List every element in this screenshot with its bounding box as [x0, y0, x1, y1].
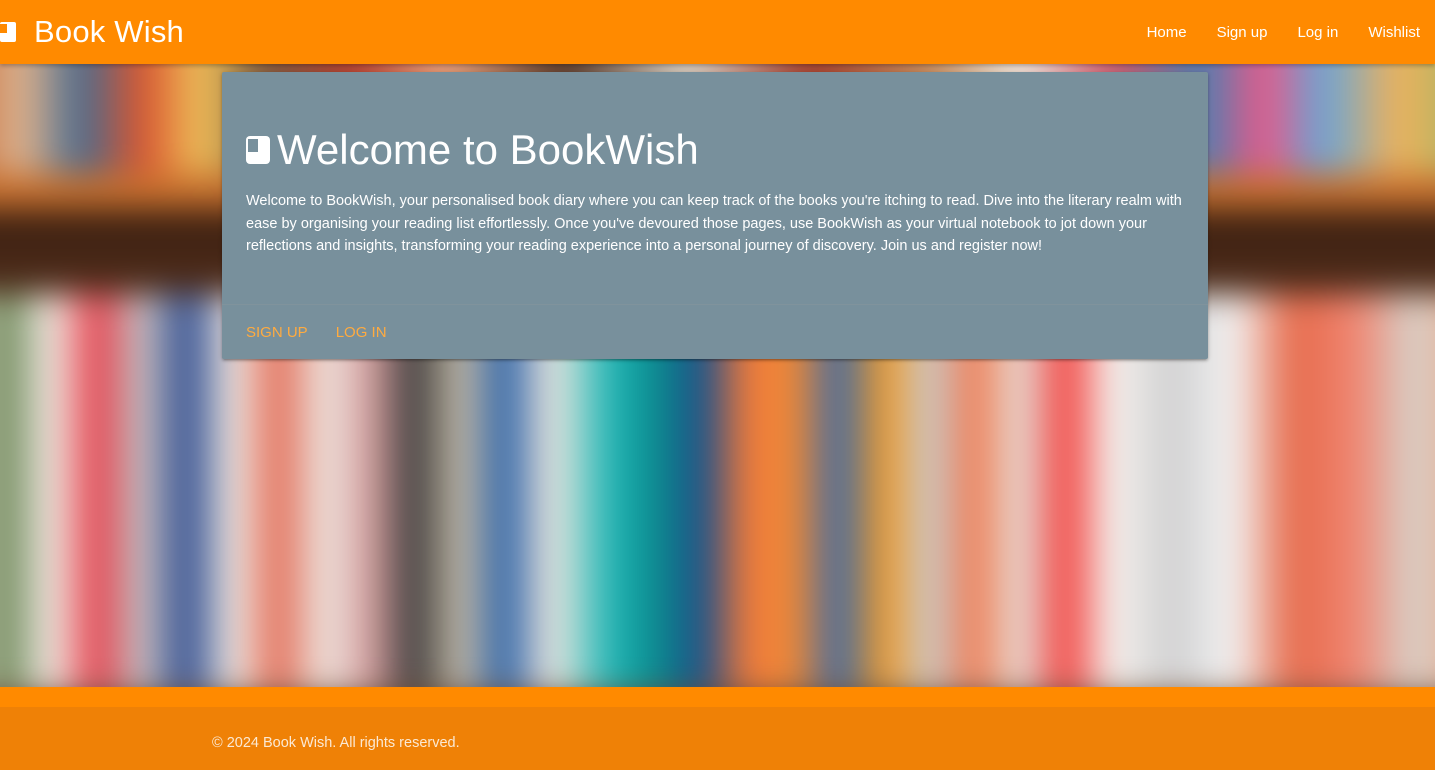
- welcome-card: Welcome to BookWish Welcome to BookWish,…: [222, 72, 1208, 359]
- nav-wishlist-link[interactable]: Wishlist: [1368, 24, 1420, 41]
- brand-name: Book Wish: [34, 14, 184, 49]
- nav-home-link[interactable]: Home: [1147, 24, 1187, 41]
- login-button[interactable]: Log in: [336, 324, 387, 341]
- copyright-text: © 2024 Book Wish. All rights reserved.: [212, 735, 460, 751]
- card-content: Welcome to BookWish Welcome to BookWish,…: [222, 72, 1208, 304]
- footer: © 2024 Book Wish. All rights reserved.: [0, 707, 1435, 770]
- nav-menu: Home Sign up Log in Wishlist: [1117, 0, 1420, 64]
- card-actions: Sign up Log in: [222, 304, 1208, 359]
- navbar: Book Wish Home Sign up Log in Wishlist: [0, 0, 1435, 64]
- card-description: Welcome to BookWish, your personalised b…: [246, 193, 1182, 255]
- book-icon: [246, 136, 270, 164]
- nav-login-link[interactable]: Log in: [1297, 24, 1338, 41]
- book-icon: [0, 22, 16, 42]
- card-title: Welcome to BookWish: [246, 124, 1184, 176]
- signup-button[interactable]: Sign up: [246, 324, 308, 341]
- nav-signup-link[interactable]: Sign up: [1217, 24, 1268, 41]
- brand-logo-link[interactable]: Book Wish: [0, 0, 184, 64]
- footer-top-strip: [0, 687, 1435, 707]
- card-title-text: Welcome to BookWish: [277, 126, 699, 173]
